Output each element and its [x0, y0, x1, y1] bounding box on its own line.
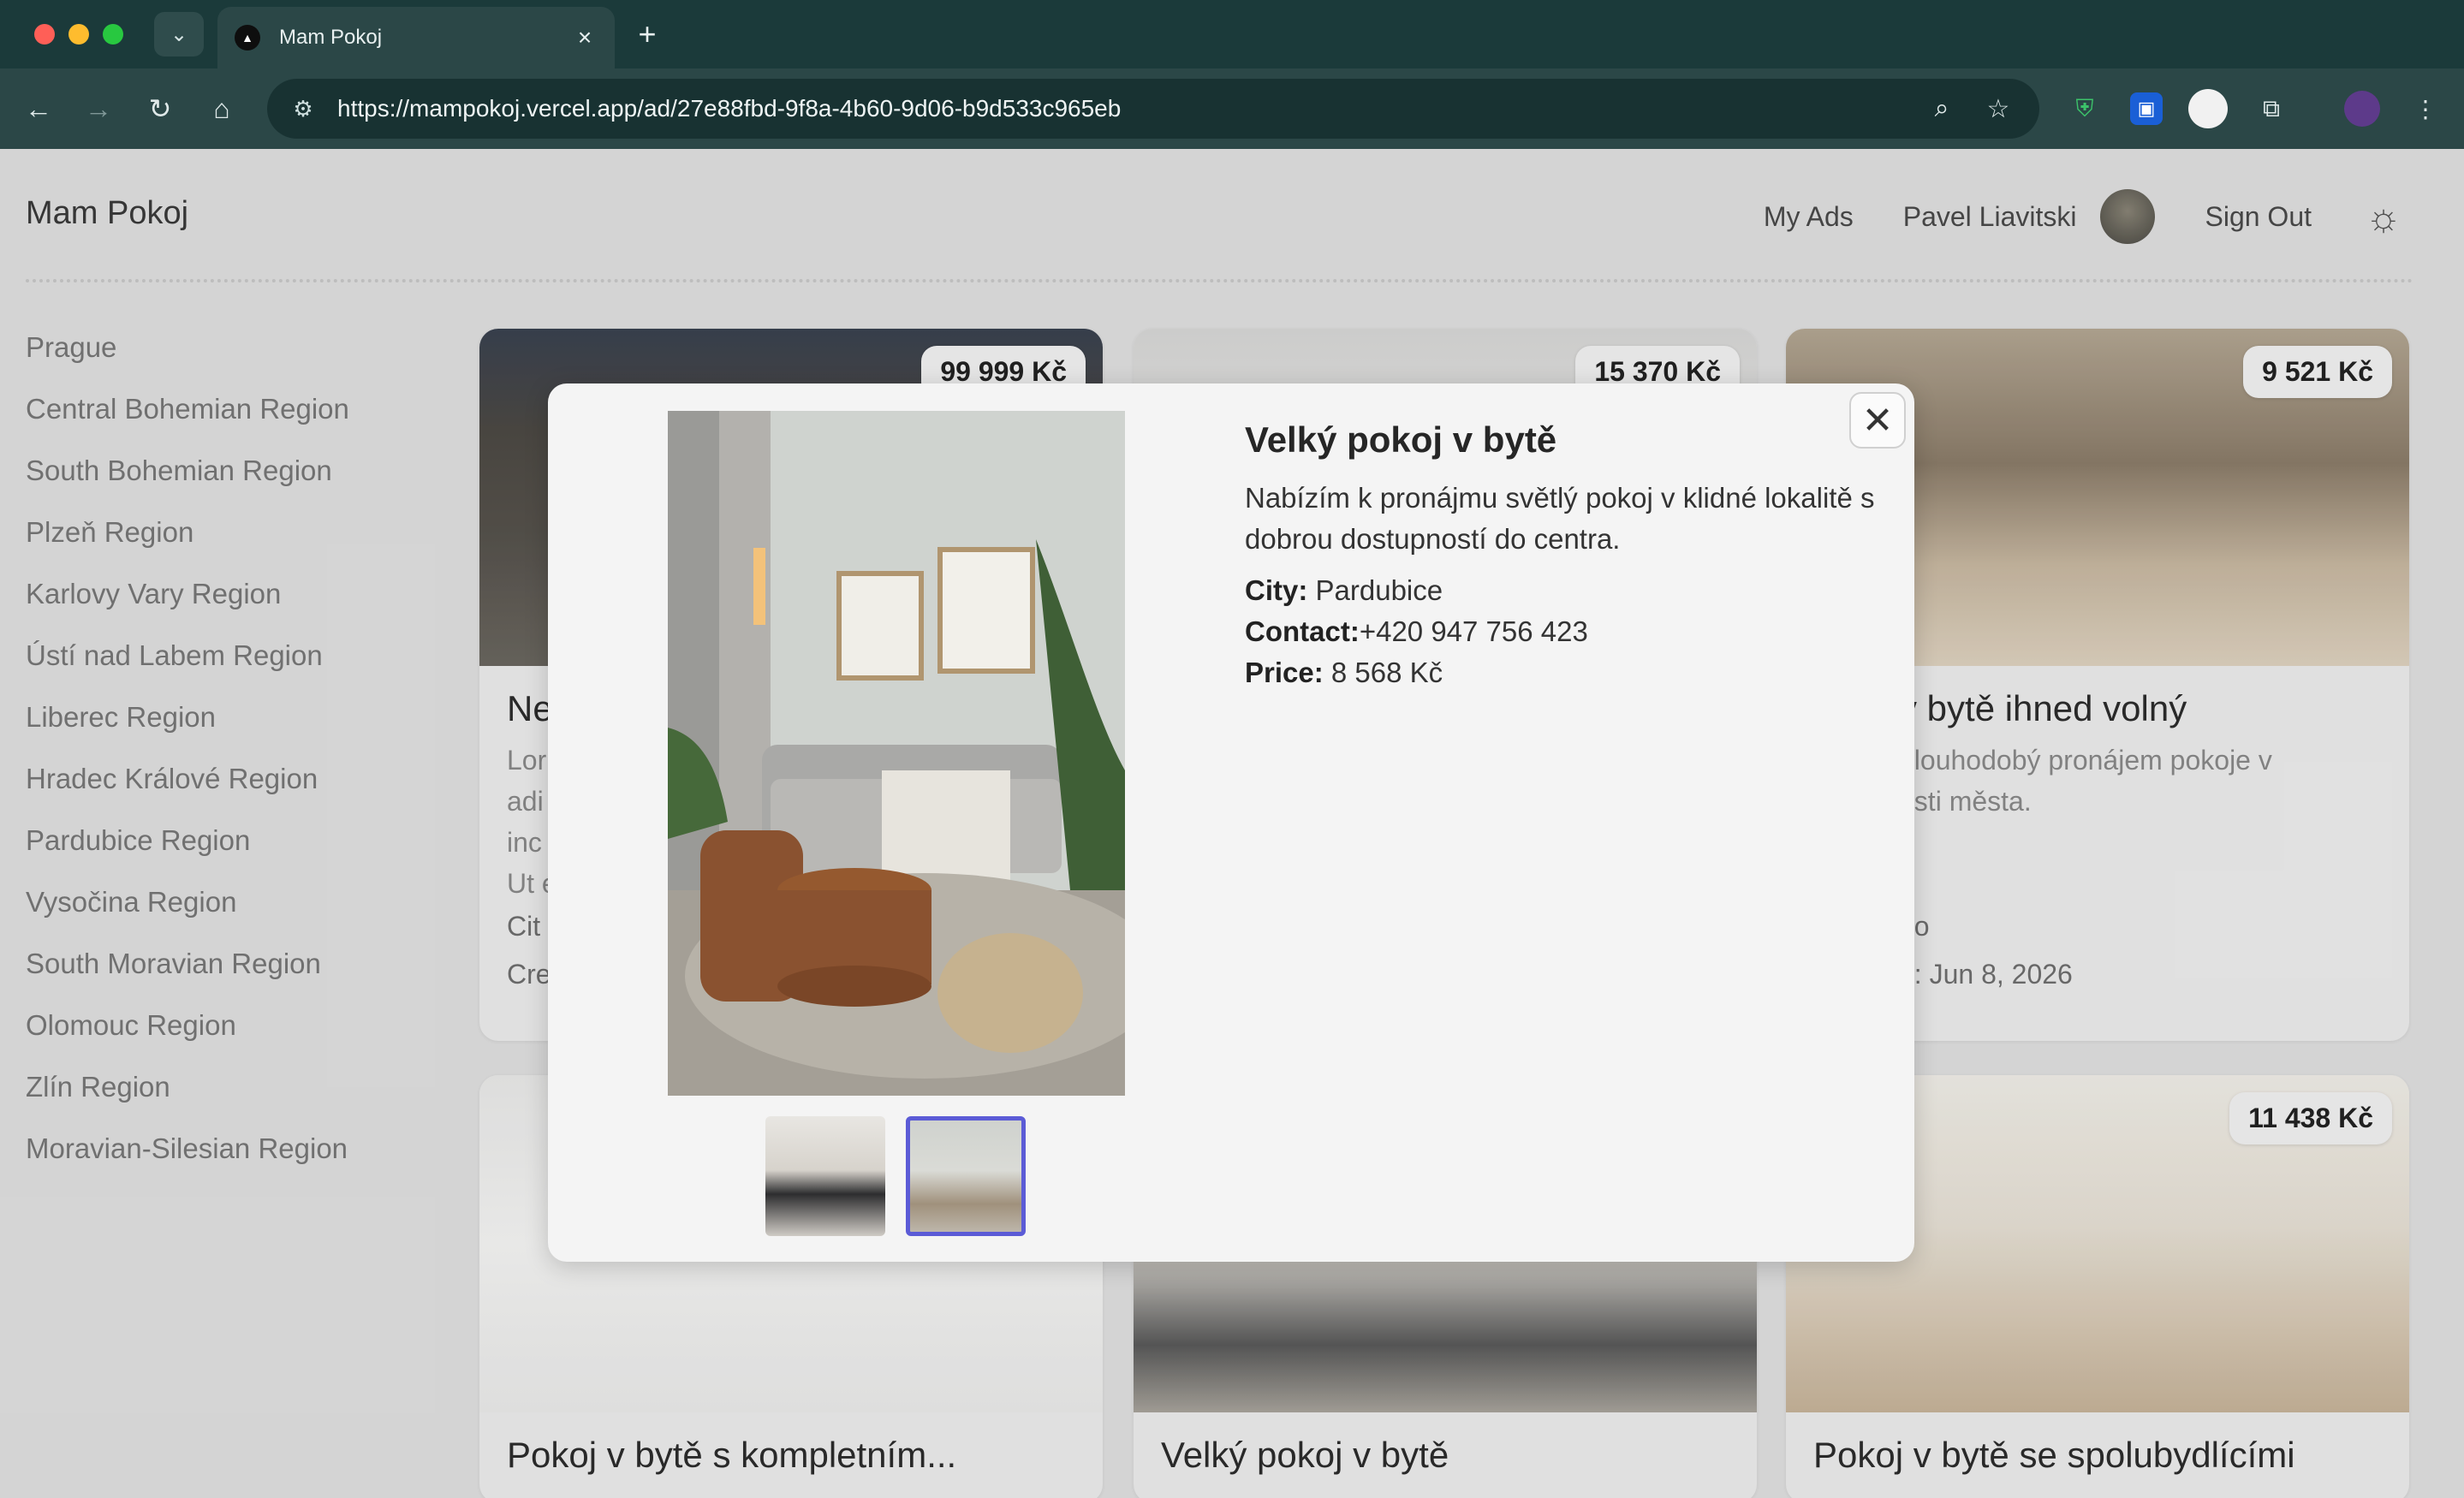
bitwarden-extension-icon[interactable]: ▣	[2130, 92, 2163, 125]
city-field: City: Pardubice	[1245, 570, 1896, 611]
bookmark-star-icon[interactable]: ☆	[1978, 88, 2019, 129]
modal-title: Velký pokoj v bytě	[1245, 419, 1557, 460]
living-room-photo	[668, 411, 1125, 1096]
forward-arrow-icon[interactable]: →	[79, 89, 118, 128]
thumbnail-strip	[765, 1116, 1046, 1236]
tab-search-icon[interactable]: ⌄	[154, 12, 204, 56]
thumbnail-1[interactable]	[765, 1116, 885, 1236]
main-photo	[668, 411, 1125, 1096]
thumbnail-2-selected[interactable]	[906, 1116, 1026, 1236]
price-field: Price: 8 568 Kč	[1245, 652, 1896, 693]
new-tab-icon[interactable]: +	[627, 14, 668, 55]
tab-title: Mam Pokoj	[279, 26, 383, 49]
address-bar[interactable]: ⚙ https://mampokoj.vercel.app/ad/27e88fb…	[267, 79, 2039, 139]
contact-label: Contact:	[1245, 615, 1360, 647]
back-arrow-icon[interactable]: ←	[19, 89, 58, 128]
reload-icon[interactable]: ↻	[140, 89, 180, 128]
home-icon[interactable]: ⌂	[202, 89, 241, 128]
site-info-icon[interactable]: ⚙	[288, 93, 318, 124]
extension-circle-icon[interactable]	[2188, 89, 2228, 128]
tab-close-icon[interactable]: ×	[572, 24, 598, 51]
extensions-puzzle-icon[interactable]: ⧉	[2252, 89, 2291, 128]
browser-tab-strip: ⌄ ▲ Mam Pokoj × +	[0, 0, 2464, 68]
modal-description: Nabízím k pronájmu světlý pokoj v klidné…	[1245, 482, 1875, 555]
window-maximize-button[interactable]	[103, 24, 123, 45]
browser-toolbar: ← → ↻ ⌂ ⚙ https://mampokoj.vercel.app/ad…	[0, 68, 2464, 149]
profile-avatar-icon[interactable]	[2344, 91, 2380, 127]
browser-menu-icon[interactable]: ⋮	[2406, 89, 2445, 128]
contact-field: Contact:+420 947 756 423	[1245, 611, 1896, 652]
price-value: 8 568 Kč	[1330, 657, 1443, 688]
listing-details: Velký pokoj v bytě Nabízím k pronájmu sv…	[1245, 419, 1896, 693]
shield-extension-icon[interactable]: ⛨	[2065, 89, 2104, 128]
favicon-icon: ▲	[235, 25, 260, 51]
listing-detail-modal: ✕ Velký pokoj v bytě Nabízím k pronájmu …	[548, 383, 1914, 1262]
browser-tab[interactable]: ▲ Mam Pokoj ×	[217, 7, 615, 68]
url-text[interactable]: https://mampokoj.vercel.app/ad/27e88fbd-…	[337, 95, 1906, 122]
city-value: Pardubice	[1315, 574, 1443, 606]
contact-value[interactable]: +420 947 756 423	[1360, 615, 1588, 647]
window-minimize-button[interactable]	[68, 24, 89, 45]
zoom-icon[interactable]: ⌕	[1921, 88, 1962, 129]
window-close-button[interactable]	[34, 24, 55, 45]
price-label: Price:	[1245, 657, 1324, 688]
city-label: City:	[1245, 574, 1308, 606]
